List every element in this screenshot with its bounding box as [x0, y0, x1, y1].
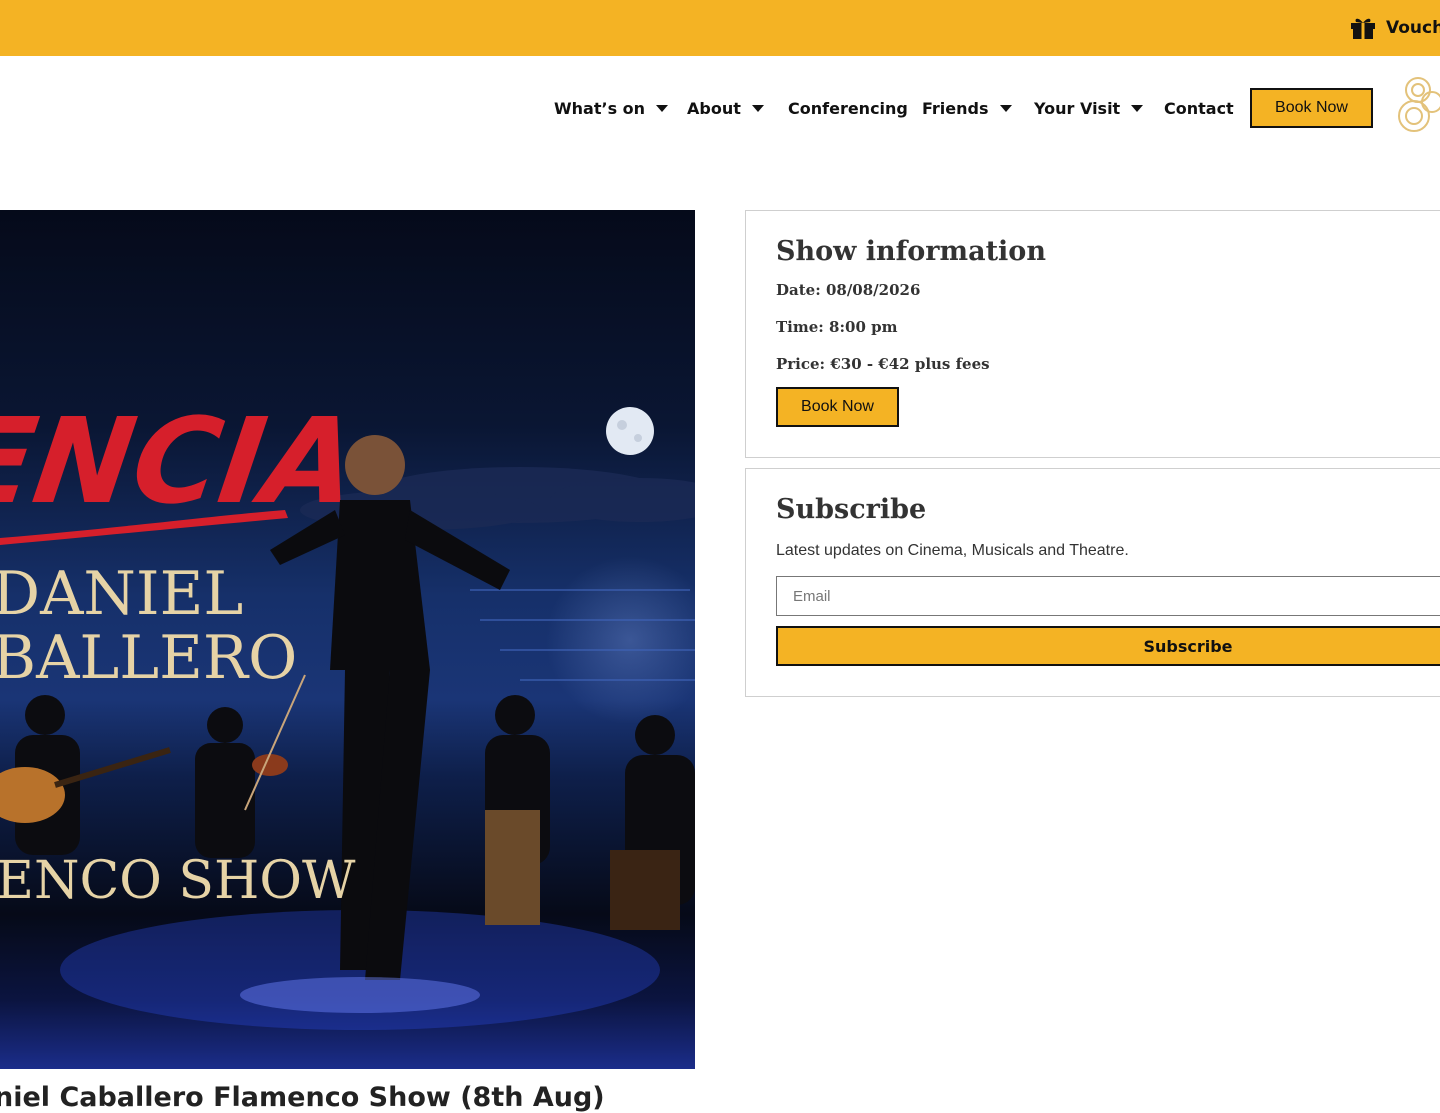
vouchers-label: Vouchers — [1386, 18, 1440, 38]
show-price: Price: €30 - €42 plus fees — [776, 355, 990, 373]
main-nav: What’s on About Conferencing Friends You… — [0, 56, 1440, 160]
header-book-now-button[interactable]: Book Now — [1250, 88, 1373, 128]
show-time: Time: 8:00 pm — [776, 318, 898, 336]
subscribe-heading: Subscribe — [776, 494, 927, 525]
caret-down-icon — [999, 104, 1012, 112]
event-title: niel Caballero Flamenco Show (8th Aug) — [0, 1082, 605, 1113]
show-information-card: Show information Date: 08/08/2026 Time: … — [745, 210, 1440, 458]
poster-artist-last: BALLERO — [0, 623, 297, 693]
subscribe-card: Subscribe Latest updates on Cinema, Musi… — [745, 468, 1440, 697]
nav-item-contact[interactable]: Contact — [1164, 97, 1234, 119]
nav-item-label: What’s on — [554, 98, 646, 118]
nav-item-conferencing[interactable]: Conferencing — [788, 97, 908, 119]
show-date: Date: 08/08/2026 — [776, 281, 921, 299]
nav-item-label: Contact — [1164, 98, 1234, 118]
event-hero-image: ENCIA DANIEL BALLERO ENCO SHOW — [0, 210, 695, 1069]
poster-show-line: ENCO SHOW — [0, 851, 356, 911]
nav-item-label: Your Visit — [1034, 98, 1121, 118]
gift-icon — [1351, 18, 1375, 39]
nav-item-your-visit[interactable]: Your Visit — [1034, 97, 1144, 119]
subscribe-description: Latest updates on Cinema, Musicals and T… — [776, 542, 1129, 559]
caret-down-icon — [751, 104, 764, 112]
nav-item-whats-on[interactable]: What’s on — [554, 97, 669, 119]
caret-down-icon — [656, 104, 669, 112]
vouchers-link[interactable]: Vouchers — [1350, 15, 1440, 41]
subscribe-button[interactable]: Subscribe — [776, 626, 1440, 666]
nav-item-label: About — [687, 98, 741, 118]
nav-item-about[interactable]: About — [687, 97, 764, 119]
nav-item-friends[interactable]: Friends — [922, 97, 1012, 119]
poster-artist-first: DANIEL — [0, 559, 243, 629]
nav-item-label: Friends — [922, 98, 989, 118]
venue-logo[interactable] — [1392, 76, 1440, 134]
email-input[interactable] — [776, 576, 1440, 616]
flamenco-poster-art: ENCIA DANIEL BALLERO ENCO SHOW — [0, 393, 695, 1030]
nav-item-label: Conferencing — [788, 98, 908, 118]
subscribe-button-label: Subscribe — [1143, 636, 1233, 656]
show-information-heading: Show information — [776, 236, 1046, 267]
top-bar: Vouchers — [0, 0, 1440, 56]
caret-down-icon — [1131, 104, 1144, 112]
poster-title-text: ENCIA — [0, 393, 366, 530]
show-book-now-button[interactable]: Book Now — [776, 387, 899, 427]
